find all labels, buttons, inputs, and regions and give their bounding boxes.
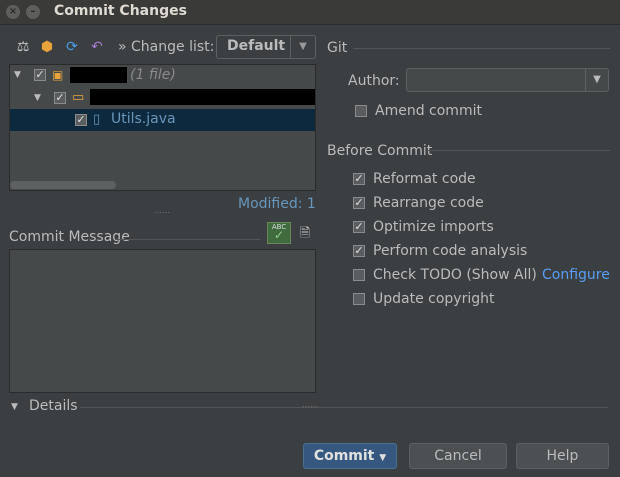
commit-button[interactable]: Commit ▼ [303, 443, 397, 469]
before-commit-section-label: Before Commit [327, 143, 433, 159]
window-title: Commit Changes [54, 3, 187, 19]
modified-count: Modified: 1 [238, 196, 316, 212]
optimize-imports-checkbox[interactable]: ✓ [353, 221, 365, 233]
horizontal-scrollbar[interactable] [10, 181, 116, 189]
author-label: Author: [348, 73, 400, 89]
changelist-dropdown[interactable]: Default ▼ [216, 35, 316, 59]
help-button[interactable]: Help [516, 443, 609, 469]
spellcheck-icon[interactable]: ABC ✓ [267, 222, 291, 244]
section-divider [353, 48, 610, 49]
chevron-down-icon[interactable]: ▼ [585, 69, 608, 91]
redacted-folder-path [90, 89, 315, 105]
update-copyright-label[interactable]: Update copyright [373, 291, 494, 307]
rearrange-code-label[interactable]: Rearrange code [373, 195, 484, 211]
redacted-module-name [70, 67, 127, 83]
minimize-window-button[interactable]: – [26, 5, 40, 19]
section-divider [115, 239, 260, 240]
commit-message-label: Commit Message [9, 229, 130, 245]
java-file-icon: ▯ [93, 112, 101, 127]
diff-icon[interactable]: ⚖ [14, 38, 32, 56]
chevron-down-icon: ▼ [379, 453, 387, 463]
changelist-value: Default [227, 38, 286, 54]
collapse-triangle-icon[interactable]: ▼ [11, 402, 18, 412]
message-history-icon[interactable]: 🗎 [296, 224, 314, 242]
section-divider [80, 407, 608, 408]
splitter-grip-icon[interactable]: ⋯⋯ [154, 208, 170, 217]
changelist-label: » Change list: [118, 39, 215, 55]
optimize-imports-label[interactable]: Optimize imports [373, 219, 494, 235]
commit-message-input[interactable] [9, 249, 316, 393]
move-to-changelist-icon[interactable]: ⬢ [38, 38, 56, 56]
amend-commit-checkbox[interactable] [355, 105, 367, 117]
rollback-icon[interactable]: ↶ [88, 38, 106, 56]
folder-checkbox[interactable]: ✓ [54, 92, 66, 104]
expand-triangle-icon[interactable]: ▼ [34, 93, 41, 103]
splitter-grip-icon[interactable]: ⋯⋯ [302, 402, 318, 411]
module-folder-icon: ▣ [52, 68, 64, 82]
expand-triangle-icon[interactable]: ▼ [14, 70, 21, 80]
commit-button-label: Commit [313, 448, 375, 464]
update-copyright-checkbox[interactable] [353, 293, 365, 305]
root-file-count: (1 file) [130, 67, 176, 83]
changes-tree[interactable]: ▼ ✓ ▣ (1 file) ▼ ✓ ▭ ✓ ▯ Utils.java [9, 64, 316, 191]
details-label[interactable]: Details [29, 398, 78, 414]
check-todo-checkbox[interactable] [353, 269, 365, 281]
author-combobox[interactable]: ▼ [406, 68, 609, 92]
code-analysis-checkbox[interactable]: ✓ [353, 245, 365, 257]
git-section-label: Git [327, 40, 348, 56]
section-divider [425, 150, 610, 151]
reformat-code-checkbox[interactable]: ✓ [353, 173, 365, 185]
close-window-button[interactable]: × [6, 5, 20, 19]
reformat-code-label[interactable]: Reformat code [373, 171, 476, 187]
code-analysis-label[interactable]: Perform code analysis [373, 243, 527, 259]
title-bar: × – Commit Changes [0, 0, 620, 25]
configure-link[interactable]: Configure [542, 267, 610, 283]
cancel-button[interactable]: Cancel [409, 443, 507, 469]
rearrange-code-checkbox[interactable]: ✓ [353, 197, 365, 209]
check-todo-label[interactable]: Check TODO (Show All) [373, 267, 537, 283]
root-checkbox[interactable]: ✓ [34, 69, 46, 81]
chevron-down-icon: ▼ [290, 36, 315, 58]
amend-commit-label[interactable]: Amend commit [375, 103, 482, 119]
folder-icon: ▭ [72, 90, 85, 105]
refresh-icon[interactable]: ⟳ [63, 38, 81, 56]
file-checkbox[interactable]: ✓ [75, 114, 87, 126]
file-name[interactable]: Utils.java [111, 111, 176, 127]
